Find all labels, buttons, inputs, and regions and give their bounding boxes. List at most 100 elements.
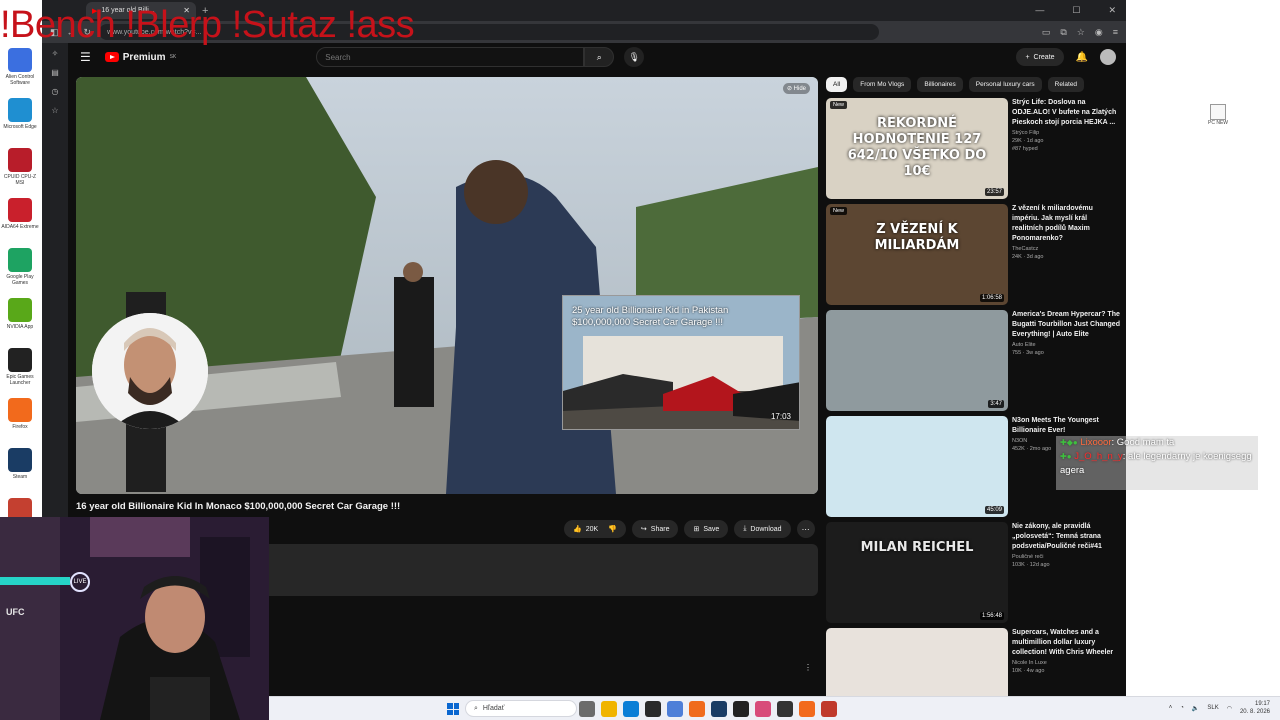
- video-title[interactable]: Supercars, Watches and a multimillion do…: [1012, 628, 1120, 658]
- tray-chevron-icon[interactable]: ˄: [1169, 705, 1173, 711]
- desktop-icon[interactable]: NVIDIA App: [0, 298, 40, 348]
- video-thumbnail[interactable]: MILAN REICHEL 1:56:48: [826, 522, 1008, 623]
- taskbar-app-icon[interactable]: [821, 701, 837, 717]
- thumbs-down-icon[interactable]: 👎: [608, 525, 617, 533]
- taskbar-app-icon[interactable]: [601, 701, 617, 717]
- taskbar-app-icon[interactable]: [755, 701, 771, 717]
- taskbar-app-icon[interactable]: [799, 701, 815, 717]
- account-avatar[interactable]: [1100, 49, 1116, 65]
- channel-name[interactable]: Nicole In Luxe: [1012, 660, 1120, 666]
- chip-filter[interactable]: Billionaires: [917, 77, 963, 92]
- desktop-icon-label: Alien Control Software: [5, 74, 35, 86]
- share-button[interactable]: ↪ Share: [631, 520, 679, 538]
- extension-icon[interactable]: ⧉: [1060, 27, 1066, 38]
- recommendation-item[interactable]: MILAN REICHEL 1:56:48 Nie zákony, ale prav…: [826, 522, 1122, 628]
- hamburger-menu-icon[interactable]: ☰: [80, 50, 91, 64]
- video-thumbnail[interactable]: REKORDNÉ HODNOTENIE 127 642/10 VŠETKO DO…: [826, 98, 1008, 199]
- video-title[interactable]: Strýc Life: Doslova na ODJE.ALO! V bufet…: [1012, 98, 1120, 128]
- thumbs-up-icon: 👍: [573, 526, 582, 533]
- more-actions-button[interactable]: ⋯: [796, 520, 815, 538]
- recommendation-item[interactable]: Supercars, Watches and a multimillion do…: [826, 628, 1122, 696]
- desktop-icon[interactable]: Microsoft Edge: [0, 98, 40, 148]
- download-label: Download: [750, 525, 782, 533]
- video-stats: 24K · 3d ago: [1012, 254, 1044, 260]
- channel-name[interactable]: TheCastcz: [1012, 246, 1120, 252]
- video-title[interactable]: America's Dream Hypercar? The Bugatti To…: [1012, 310, 1120, 340]
- chip-filter[interactable]: All: [826, 77, 848, 92]
- recommendation-item[interactable]: Z VĚZENÍ K MILIARDÁM New 1:06:58 Z vězení k…: [826, 204, 1122, 310]
- comment-menu-icon[interactable]: ⋮: [804, 663, 812, 672]
- bookmark-star-icon[interactable]: ☆: [1077, 27, 1085, 38]
- taskbar-app-icon[interactable]: [733, 701, 749, 717]
- video-player[interactable]: ⊘ Hide 25 year old Billionaire Kid in Pa…: [76, 77, 818, 494]
- desktop-icon[interactable]: Epic Games Launcher: [0, 348, 40, 398]
- chip-filter[interactable]: From Mo Vlogs: [853, 77, 912, 92]
- channel-name[interactable]: Auto Elite: [1012, 342, 1120, 348]
- create-button[interactable]: + Create: [1016, 48, 1064, 66]
- wifi-icon[interactable]: ◠: [1227, 705, 1232, 712]
- notifications-bell-icon[interactable]: 🔔: [1076, 52, 1088, 63]
- maximize-icon[interactable]: ☐: [1072, 5, 1080, 16]
- voice-search-button[interactable]: 🎙: [624, 47, 645, 67]
- close-window-icon[interactable]: ✕: [1108, 5, 1116, 16]
- taskbar-app-icon[interactable]: [623, 701, 639, 717]
- like-count: 20K: [585, 525, 599, 533]
- taskbar-app-icon[interactable]: [667, 701, 683, 717]
- desktop-icon[interactable]: Google Play Games: [0, 248, 40, 298]
- video-thumbnail[interactable]: 45:09: [826, 416, 1008, 517]
- chip-filter[interactable]: Related: [1047, 77, 1085, 92]
- recommendation-item[interactable]: 3:47 America's Dream Hypercar? The Bugatt…: [826, 310, 1122, 416]
- endcard-title: 25 year old Billionaire Kid in Pakistan …: [572, 305, 729, 328]
- language-indicator[interactable]: SLK: [1207, 705, 1218, 711]
- channel-name[interactable]: Pouličné reči: [1012, 554, 1120, 560]
- desktop-icon-pc[interactable]: PC NEW: [1203, 104, 1233, 126]
- minimize-icon[interactable]: —: [1035, 5, 1044, 16]
- endscreen-video-card[interactable]: 25 year old Billionaire Kid in Pakistan …: [562, 295, 800, 430]
- cast-icon[interactable]: ▭: [1042, 27, 1051, 38]
- recommendation-item[interactable]: REKORDNÉ HODNOTENIE 127 642/10 VŠETKO DO…: [826, 98, 1122, 204]
- desktop-icon[interactable]: AIDA64 Extreme: [0, 198, 40, 248]
- like-button[interactable]: 👍 20K 👎: [564, 520, 626, 538]
- taskbar-search[interactable]: ⌕ Hľadať: [465, 700, 577, 717]
- desktop-icon[interactable]: Alien Control Software: [0, 48, 40, 98]
- volume-icon[interactable]: 🔈: [1192, 705, 1199, 712]
- search-button[interactable]: ⌕: [584, 47, 615, 67]
- save-button[interactable]: ⊞ Save: [684, 520, 729, 538]
- video-title[interactable]: Z vězení k miliardovému impériu. Jak mys…: [1012, 204, 1120, 244]
- taskbar-app-icon[interactable]: [711, 701, 727, 717]
- favorites-icon[interactable]: ☆: [51, 106, 58, 115]
- desktop-icon[interactable]: Firefox: [0, 398, 40, 448]
- desktop-icon[interactable]: Steam: [0, 448, 40, 498]
- history-icon[interactable]: ◷: [52, 87, 59, 96]
- search-input[interactable]: [316, 47, 585, 67]
- reading-list-icon[interactable]: ▤: [51, 68, 59, 77]
- video-title[interactable]: N3on Meets The Youngest Billionaire Ever…: [1012, 416, 1120, 436]
- save-label: Save: [703, 525, 720, 533]
- save-icon: ⊞: [693, 526, 700, 533]
- taskbar-app-icon[interactable]: [777, 701, 793, 717]
- network-icon[interactable]: ◔: [1180, 705, 1184, 711]
- video-title[interactable]: Nie zákony, ale pravidlá „polosvetá“: Te…: [1012, 522, 1120, 552]
- desktop-icon-label: CPUID CPU-Z MSI: [3, 174, 37, 186]
- chip-filter[interactable]: Personal luxury cars: [968, 77, 1042, 92]
- recommendations-list: REKORDNÉ HODNOTENIE 127 642/10 VŠETKO DO…: [826, 98, 1122, 696]
- video-meta: Strýc Life: Doslova na ODJE.ALO! V bufet…: [1012, 98, 1120, 152]
- face-image: [92, 313, 208, 429]
- video-thumbnail[interactable]: [826, 628, 1008, 696]
- taskbar-app-icon[interactable]: [645, 701, 661, 717]
- puzzle-icon[interactable]: ✧: [52, 49, 59, 58]
- clock[interactable]: 19:17 20. 8. 2026: [1240, 700, 1270, 716]
- windows-start-icon[interactable]: [447, 703, 459, 715]
- video-thumbnail[interactable]: 3:47: [826, 310, 1008, 411]
- channel-name[interactable]: Strýco Filip: [1012, 130, 1120, 136]
- download-button[interactable]: ⤓ Download: [734, 520, 791, 538]
- hide-label: Hide: [793, 86, 806, 92]
- menu-dots-icon[interactable]: ≡: [1113, 27, 1118, 38]
- profile-icon[interactable]: ◉: [1095, 27, 1103, 38]
- video-thumbnail[interactable]: Z VĚZENÍ K MILIARDÁM New 1:06:58: [826, 204, 1008, 305]
- hide-overlay-button[interactable]: ⊘ Hide: [782, 83, 810, 94]
- youtube-logo[interactable]: Premium SK: [104, 52, 176, 63]
- taskbar-app-icon[interactable]: [579, 701, 595, 717]
- taskbar-app-icon[interactable]: [689, 701, 705, 717]
- desktop-icon[interactable]: CPUID CPU-Z MSI: [0, 148, 40, 198]
